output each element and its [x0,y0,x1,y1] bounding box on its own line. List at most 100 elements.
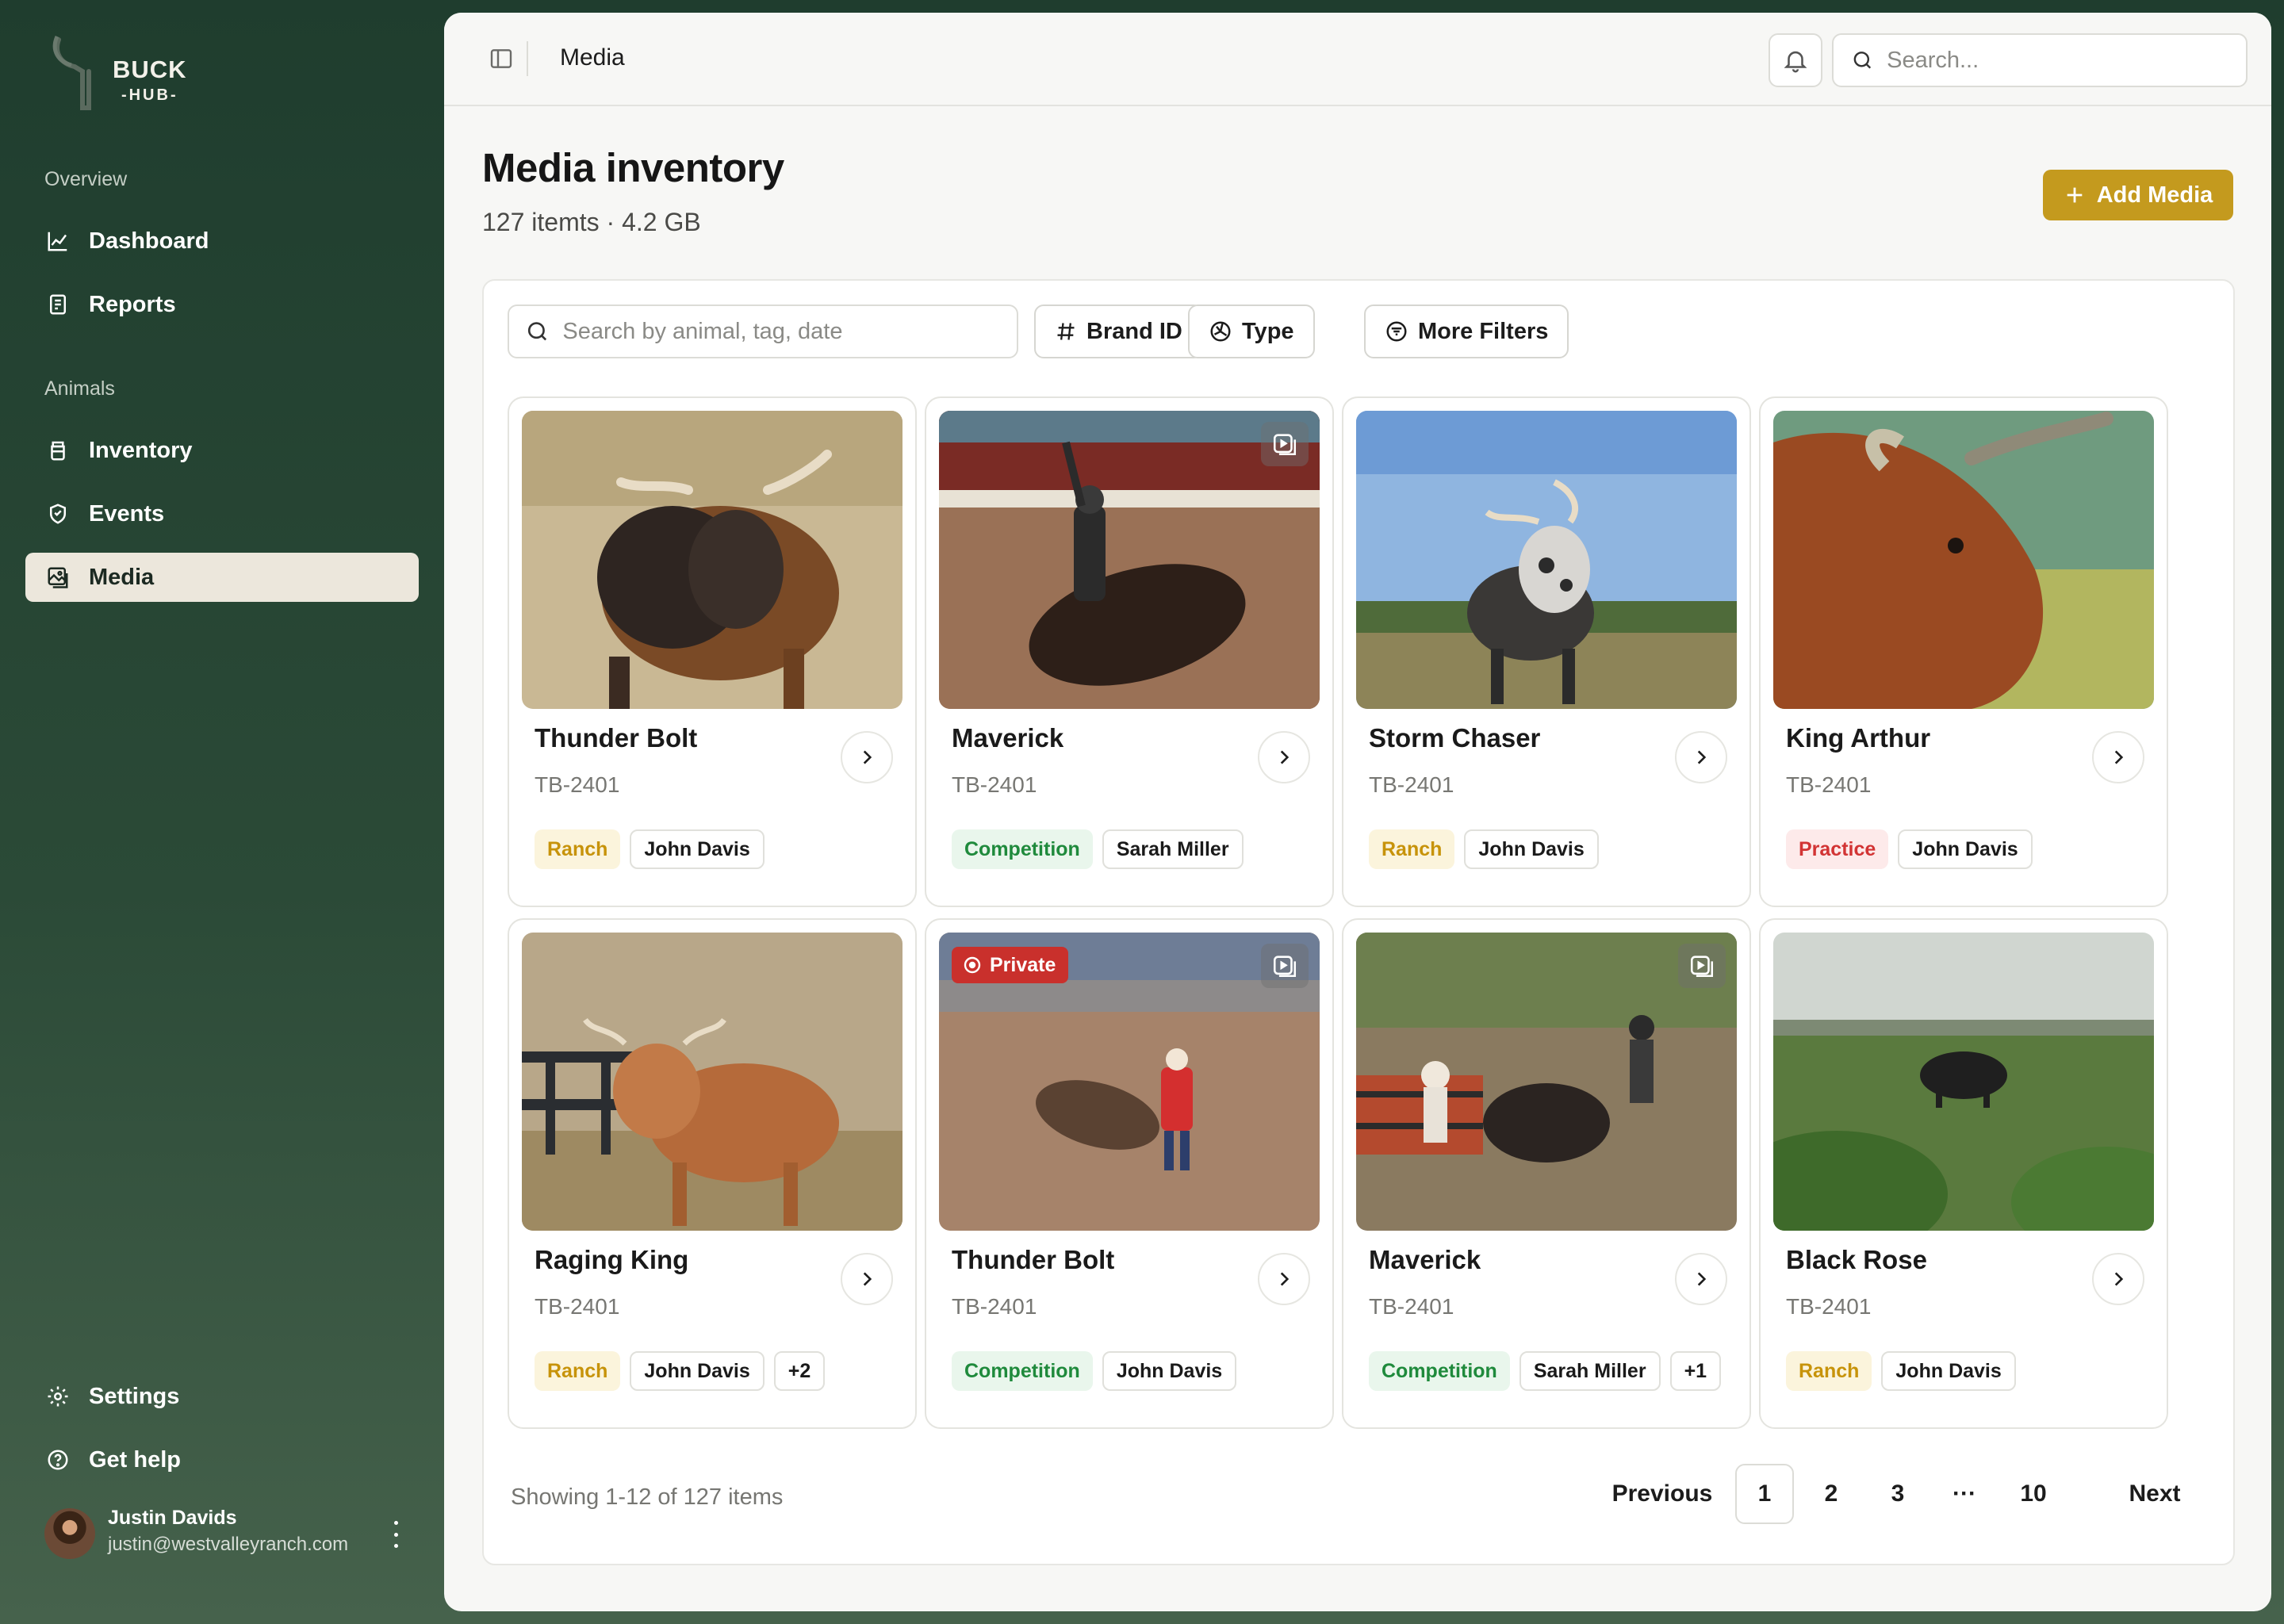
inventory-jar-icon [51,441,65,461]
category-badge: Ranch [1786,1351,1872,1391]
animal-name: King Arthur [1786,723,1931,753]
help-circle-icon [48,1450,68,1470]
user-email: justin@westvalleyranch.com [108,1534,349,1555]
sidebar-item-events[interactable]: Events [25,489,419,538]
add-media-button[interactable]: Add Media [2043,170,2233,220]
media-panel: Brand ID Type More Filters Thunder Bolt … [482,279,2235,1565]
filter-lines-icon [1386,321,1407,342]
media-card[interactable]: Maverick TB-2401 Competition Sarah Miller [925,396,1334,907]
sidebar-item-dashboard[interactable]: Dashboard [25,216,419,266]
category-badge: Practice [1786,829,1889,869]
private-badge: Private [952,947,1069,983]
media-thumbnail[interactable] [1356,933,1737,1231]
pagination-summary: Showing 1-12 of 127 items [511,1484,784,1510]
sidebar-item-reports[interactable]: Reports [25,280,419,329]
more-filters-button[interactable]: More Filters [1364,304,1569,358]
media-card[interactable]: Thunder Bolt TB-2401 Ranch John Davis [508,396,917,907]
global-search-input[interactable] [1887,47,2246,74]
media-tags: Practice John Davis [1786,829,2033,869]
page-button-3[interactable]: 3 [1868,1464,1927,1524]
brand-id-filter-button[interactable]: Brand ID [1034,304,1203,358]
brand-sub: -HUB- [121,86,178,104]
media-thumbnail[interactable] [1356,411,1737,709]
more-people-badge[interactable]: +2 [773,1351,826,1391]
media-card[interactable]: Private Thunder Bolt TB-2401 Competition… [925,918,1334,1429]
media-thumbnail[interactable] [522,411,902,709]
media-card[interactable]: Raging King TB-2401 Ranch John Davis +2 [508,918,917,1429]
filter-label: Type [1242,318,1294,344]
search-icon [1853,52,1872,69]
chevron-right-icon [1280,750,1290,764]
video-badge [1261,422,1309,466]
main-panel: Media Media inventory 127 itemts · 4.2 G… [444,13,2271,1611]
open-media-button[interactable] [2092,731,2144,783]
video-badge [1678,944,1726,988]
shapes-icon [1210,321,1231,342]
sidebar-item-label: Events [89,500,165,527]
topbar-divider [527,41,528,76]
media-search-input[interactable] [562,318,1017,345]
sidebar-item-label: Reports [89,291,176,317]
sidebar-item-label: Get help [89,1446,182,1473]
person-badge: John Davis [1102,1351,1237,1391]
open-media-button[interactable] [1258,731,1310,783]
media-tags: Ranch John Davis [535,829,765,869]
animal-name: Thunder Bolt [952,1245,1115,1274]
page-button-10[interactable]: 10 [2002,1464,2065,1524]
more-people-badge[interactable]: +1 [1669,1351,1722,1391]
sidebar-item-media[interactable]: Media [25,553,419,602]
page-button-2[interactable]: 2 [1802,1464,1861,1524]
plus-icon [2067,187,2083,203]
media-thumbnail[interactable] [1773,933,2154,1231]
open-media-button[interactable] [841,1253,893,1305]
open-media-button[interactable] [1258,1253,1310,1305]
next-page-button[interactable]: Next [2111,1464,2198,1524]
animal-tag-id: TB-2401 [1369,1294,1454,1319]
chevron-right-icon [1280,1272,1290,1286]
global-search[interactable] [1832,33,2248,87]
buckhub-logo[interactable]: BUCK -HUB- [51,35,186,114]
media-thumbnail[interactable] [1773,411,2154,709]
animal-name: Black Rose [1786,1245,1927,1274]
chevron-right-icon [2114,750,2124,764]
sidebar-item-settings[interactable]: Settings [25,1372,419,1421]
media-search[interactable] [508,304,1018,358]
notifications-button[interactable] [1769,33,1822,87]
type-filter-button[interactable]: Type [1188,304,1315,358]
report-icon [50,294,66,315]
media-card[interactable]: Black Rose TB-2401 Ranch John Davis [1759,918,2168,1429]
chevron-right-icon [1697,750,1707,764]
private-label: Private [990,953,1056,976]
sidebar-item-inventory[interactable]: Inventory [25,426,419,475]
sidebar-toggle-icon[interactable] [489,46,514,71]
open-media-button[interactable] [2092,1253,2144,1305]
gear-icon [48,1386,68,1407]
media-thumbnail[interactable] [522,933,902,1231]
person-badge: John Davis [1898,829,2033,869]
media-card[interactable]: Maverick TB-2401 Competition Sarah Miller… [1342,918,1751,1429]
user-profile[interactable]: Justin Davids justin@westvalleyranch.com [44,1507,409,1564]
previous-page-button[interactable]: Previous [1607,1464,1718,1524]
media-thumbnail[interactable] [939,411,1320,709]
animal-tag-id: TB-2401 [1369,772,1454,797]
open-media-button[interactable] [1675,731,1727,783]
person-badge: John Davis [630,1351,765,1391]
video-icon [1690,956,1714,978]
page-button-1[interactable]: 1 [1735,1464,1794,1524]
pagination-ellipsis: ··· [1953,1480,1976,1507]
media-image [1356,411,1737,709]
media-card[interactable]: Storm Chaser TB-2401 Ranch John Davis [1342,396,1751,907]
open-media-button[interactable] [841,731,893,783]
sidebar-item-get-help[interactable]: Get help [25,1435,419,1484]
more-vertical-icon[interactable] [384,1521,408,1548]
person-badge: Sarah Miller [1102,829,1244,869]
media-thumbnail[interactable]: Private [939,933,1320,1231]
add-media-label: Add Media [2096,182,2213,208]
media-image [522,411,902,709]
person-badge: Sarah Miller [1519,1351,1661,1391]
avatar [44,1508,95,1559]
media-card[interactable]: King Arthur TB-2401 Practice John Davis [1759,396,2168,907]
video-icon [1273,956,1297,978]
open-media-button[interactable] [1675,1253,1727,1305]
animal-tag-id: TB-2401 [1786,772,1872,797]
